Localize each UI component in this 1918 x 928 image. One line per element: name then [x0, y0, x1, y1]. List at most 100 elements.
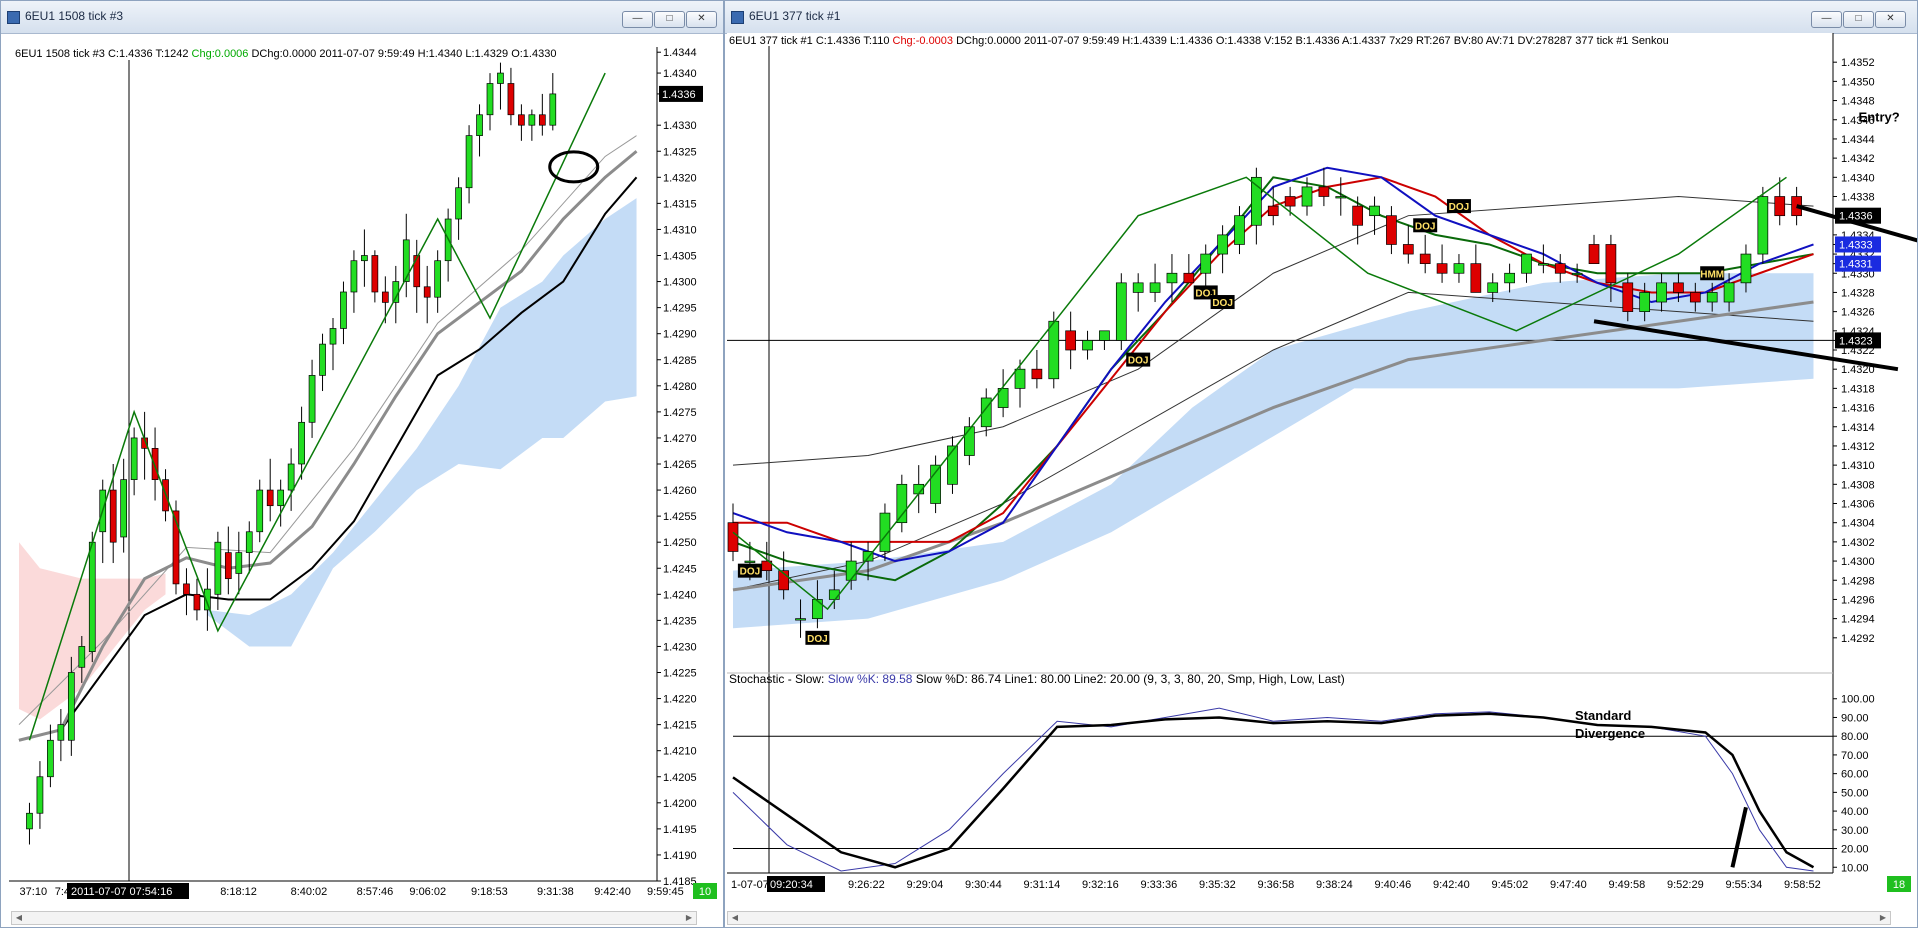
candle-body	[538, 114, 546, 126]
right-chart-svg[interactable]: DOJDOJDOJDOJDOJDOJDOJHMMEntry?6EU1 377 t…	[725, 33, 1917, 927]
left-window-titlebar[interactable]: 6EU1 1508 tick #3 — □ ✕	[1, 1, 723, 34]
candle-body	[266, 489, 274, 507]
right-chart-window[interactable]: 6EU1 377 tick #1 — □ ✕ DOJ DOJ DOJ DOJ DOJ DO…	[724, 0, 1918, 928]
candle-body	[1318, 186, 1330, 197]
price-tick-label: 1.4255	[663, 511, 697, 523]
candle-body	[795, 618, 806, 621]
header-segment: Chg:0.0006	[188, 48, 248, 60]
candle-body	[78, 646, 86, 668]
candle-body	[1200, 253, 1212, 274]
price-tick-label: 1.4230	[663, 641, 697, 653]
price-tick-label: 1.4304	[1841, 518, 1875, 530]
candle-body	[1706, 292, 1718, 303]
candle-body	[371, 255, 379, 293]
candle-body	[1419, 253, 1431, 265]
candle-body	[1386, 215, 1397, 245]
price-tick-label: 1.4306	[1841, 499, 1875, 511]
price-tick-label: 1.4215	[663, 720, 697, 732]
candle-body	[1521, 253, 1532, 274]
pattern-label: HMM	[1700, 269, 1724, 280]
minimize-button[interactable]: —	[622, 11, 653, 28]
header-segment: DChg:0.0000 2011-07-07 9:59:49 H:1.4340 …	[248, 48, 556, 60]
time-tick-label: 8:18:12	[220, 886, 257, 898]
candle-body	[1740, 253, 1752, 284]
close-button[interactable]: ✕	[686, 11, 717, 28]
stochastic-tick-label: 50.00	[1841, 787, 1869, 799]
price-tick-label: 1.4210	[663, 746, 697, 758]
candle-body	[465, 135, 473, 189]
left-chart-window[interactable]: 6EU1 1508 tick #3 — □ ✕ 6EU1 1508 tick #…	[0, 0, 724, 928]
scroll-left-arrow-icon[interactable]: ◀	[728, 912, 742, 924]
scroll-right-arrow-icon[interactable]: ▶	[682, 912, 696, 924]
time-tick-label: 9:49:58	[1609, 879, 1646, 891]
candle-body	[1031, 368, 1043, 380]
scroll-right-arrow-icon[interactable]: ▶	[1876, 912, 1890, 924]
price-tick-label: 1.4270	[663, 433, 697, 445]
close-button[interactable]: ✕	[1875, 11, 1906, 28]
candle-body	[287, 463, 295, 491]
cursor-time-label: 2011-07-07 07:54:16	[71, 886, 172, 898]
candle-body	[224, 552, 232, 580]
price-tick-label: 1.4260	[663, 485, 697, 497]
candle-body	[109, 489, 117, 543]
candle-body	[1284, 196, 1296, 207]
price-tick-label: 1.4338	[1841, 192, 1875, 204]
divergence-annotation: Divergence	[1575, 726, 1645, 741]
candle-body	[1504, 272, 1515, 284]
time-tick-label: 9:31:38	[537, 886, 574, 898]
candle-body	[1656, 282, 1667, 303]
maximize-button[interactable]: □	[654, 11, 685, 28]
candle-body	[1487, 282, 1499, 293]
bar-count-label: 10	[699, 886, 711, 898]
price-tick-label: 1.4308	[1841, 479, 1875, 491]
left-horizontal-scrollbar[interactable]: ◀ ▶	[11, 911, 697, 925]
candle-body	[183, 583, 190, 595]
stochastic-tick-label: 20.00	[1841, 844, 1869, 856]
candle-body	[1369, 205, 1380, 217]
header-segment: C:1.4336 T:110	[813, 35, 890, 47]
candle-body	[486, 83, 494, 116]
candle-body	[1470, 263, 1482, 293]
header-segment: DChg:0.0000 2011-07-07 9:59:49 H:1.4339 …	[953, 35, 1669, 47]
pattern-label: DOJ	[1128, 356, 1149, 367]
stochastic-header-segment: Line1: 80.00 Line2: 20.00 (9, 3, 3, 80, …	[1001, 672, 1345, 686]
candle-body	[1234, 215, 1245, 245]
candle-body	[413, 255, 421, 288]
price-tick-label: 1.4300	[663, 277, 697, 289]
price-tick-label: 1.4220	[663, 694, 697, 706]
left-chart-svg[interactable]: 6EU1 1508 tick #3 C:1.4336 T:1242 Chg:0.…	[1, 33, 723, 927]
header-segment: 6EU1 1508 tick #3	[15, 48, 105, 60]
candle-body	[1571, 272, 1583, 276]
candle-body	[67, 672, 75, 741]
price-tick-label: 1.4348	[1841, 96, 1875, 108]
right-horizontal-scrollbar[interactable]: ◀ ▶	[727, 911, 1891, 925]
right-plot-area	[727, 33, 1833, 873]
price-tick-label: 1.4320	[663, 172, 697, 184]
price-tick-label: 1.4275	[663, 407, 697, 419]
header-segment: 6EU1 377 tick #1	[729, 35, 813, 47]
time-tick-label: 8:40:02	[291, 886, 328, 898]
candle-body	[744, 560, 756, 563]
candle-body	[47, 739, 54, 778]
candle-body	[350, 260, 358, 293]
price-tick-label: 1.4298	[1841, 575, 1875, 587]
scroll-left-arrow-icon[interactable]: ◀	[12, 912, 26, 924]
price-tick-label: 1.4340	[1841, 172, 1875, 184]
stochastic-tick-label: 100.00	[1841, 694, 1875, 706]
chart-header: 6EU1 377 tick #1 C:1.4336 T:110 Chg:-0.0…	[729, 35, 1669, 47]
stochastic-tick-label: 10.00	[1841, 862, 1869, 874]
candle-body	[88, 541, 96, 653]
candle-body	[727, 522, 739, 552]
minimize-button[interactable]: —	[1811, 11, 1842, 28]
stochastic-tick-label: 80.00	[1841, 731, 1869, 743]
candle-body	[1723, 282, 1735, 303]
candle-body	[1132, 282, 1144, 293]
price-tick-label: 1.4292	[1841, 633, 1875, 645]
last-price-label: 1.4336	[662, 89, 696, 101]
right-window-titlebar[interactable]: 6EU1 377 tick #1 — □ ✕	[725, 1, 1917, 34]
candle-body	[1014, 368, 1026, 389]
price-tick-label: 1.4352	[1841, 57, 1875, 69]
maximize-button[interactable]: □	[1843, 11, 1874, 28]
price-tick-label: 1.4344	[663, 47, 697, 59]
candle-body	[57, 724, 65, 741]
